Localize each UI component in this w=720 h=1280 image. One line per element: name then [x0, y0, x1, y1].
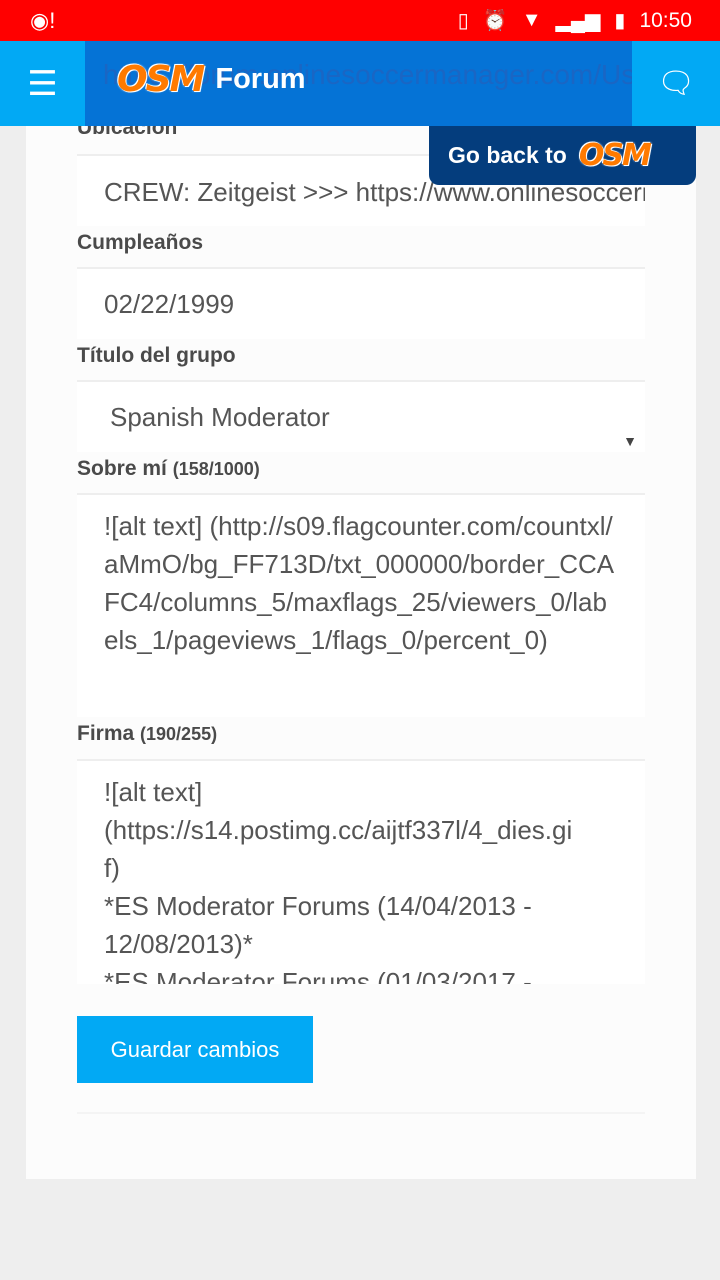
debug-icon: ◉! [30, 7, 56, 33]
save-changes-button[interactable]: Guardar cambios [77, 1016, 313, 1083]
dropdown-arrow-icon: ▼ [623, 433, 637, 449]
signature-textarea[interactable]: ![alt text] (https://s14.postimg.cc/aijt… [77, 759, 645, 984]
battery-icon: ▮ [614, 10, 626, 32]
signature-label: Firma (190/255) [77, 722, 217, 746]
signature-label-text: Firma [77, 722, 135, 745]
signature-line: *ES Moderator Forums (14/04/2013 - [104, 891, 532, 921]
chat-icon[interactable]: 🗨 [632, 41, 720, 126]
clock: 10:50 [639, 8, 692, 32]
osm-logo: OSM [117, 59, 205, 100]
signature-line: ![alt text] [104, 777, 203, 807]
about-char-count: (158/1000) [172, 459, 260, 479]
signature-line: f) [104, 853, 120, 883]
app-header: ☰ https://forum.onlinesoccermanager.com/… [0, 41, 720, 126]
vibrate-icon: ▯ [457, 10, 469, 32]
alarm-icon: ⏰ [482, 10, 508, 32]
forum-title: Forum [215, 63, 306, 95]
group-title-select[interactable]: Spanish Moderator ▼ [77, 380, 645, 452]
about-label: Sobre mí (158/1000) [77, 457, 260, 481]
signature-line: 12/08/2013)* [104, 929, 253, 959]
go-back-to-osm-button[interactable]: Go back to OSM [429, 126, 696, 185]
signal-icon: ▂▄▆ [555, 10, 601, 32]
about-label-text: Sobre mí [77, 457, 167, 480]
forum-logo[interactable]: OSM Forum [117, 59, 306, 100]
birthday-label: Cumpleaños [77, 231, 204, 254]
group-title-label: Título del grupo [77, 344, 236, 367]
group-title-value: Spanish Moderator [110, 402, 330, 432]
wifi-icon: ▼ [521, 9, 542, 31]
divider [77, 1112, 645, 1114]
status-bar: ◉! ▯ ⏰ ▼ ▂▄▆ ▮ 10:50 [0, 0, 720, 41]
signature-line: *ES Moderator Forums (01/03/2017 - [104, 967, 532, 984]
about-textarea[interactable]: ![alt text] (http://s09.flagcounter.com/… [77, 493, 645, 717]
osm-logo: OSM [578, 138, 652, 173]
title-bar: https://forum.onlinesoccermanager.com/Us… [85, 41, 632, 126]
go-back-label: Go back to [448, 142, 567, 168]
menu-icon[interactable]: ☰ [0, 41, 85, 126]
signature-line: (https://s14.postimg.cc/aijtf337l/4_dies… [104, 815, 573, 845]
birthday-input[interactable]: 02/22/1999 [77, 267, 645, 339]
signature-char-count: (190/255) [140, 724, 218, 744]
